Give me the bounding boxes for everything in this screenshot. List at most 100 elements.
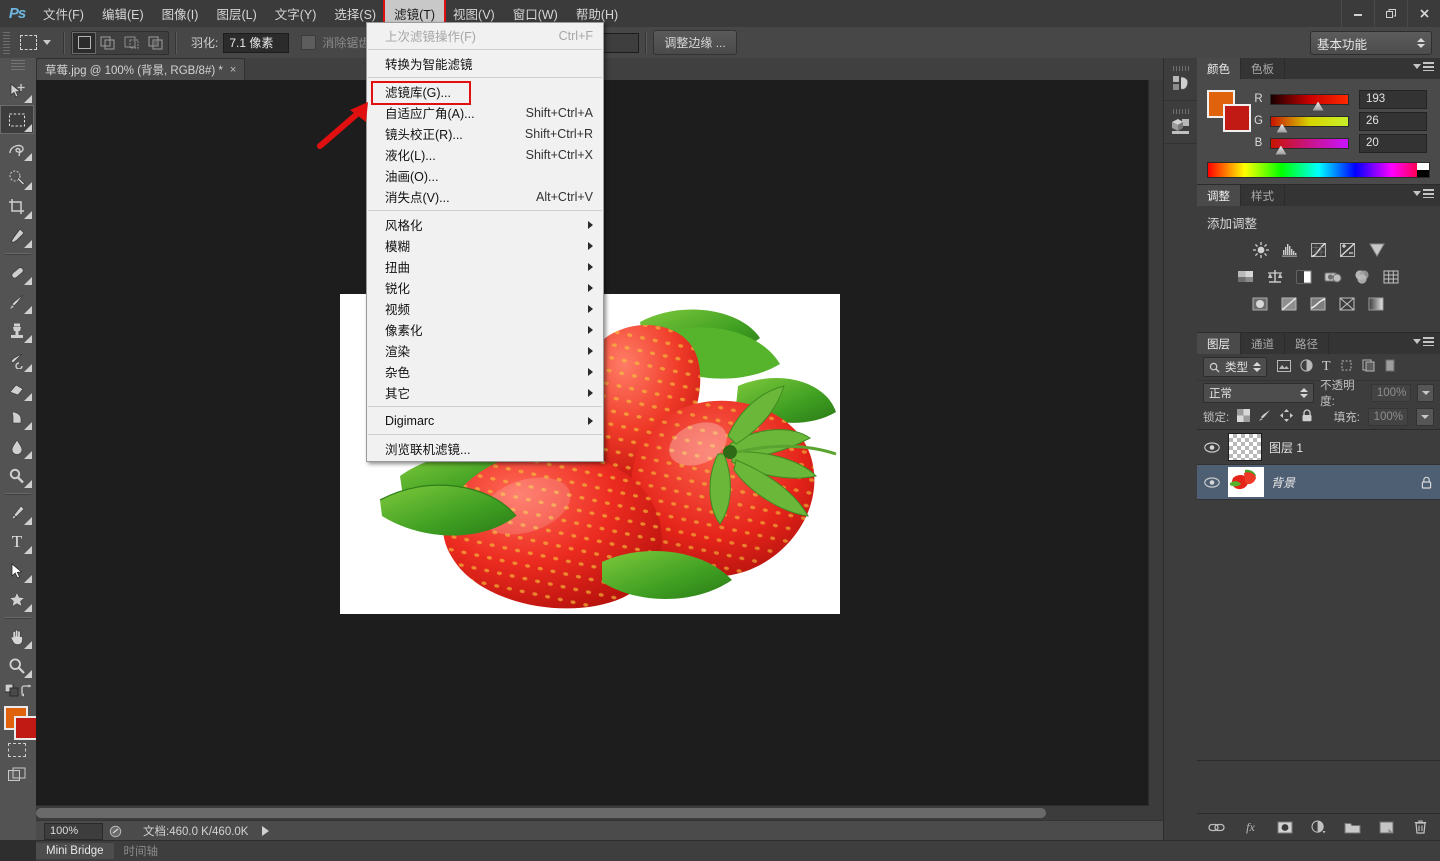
lock-all-icon[interactable] (1301, 409, 1313, 425)
color-panel-swatches[interactable] (1207, 90, 1251, 130)
filter-shape-layers-icon[interactable] (1340, 359, 1353, 375)
filter-menu-item-4[interactable]: 滤镜库(G)... (367, 81, 603, 102)
menu-2[interactable]: 图像(I) (153, 0, 208, 27)
bottom-tab-1[interactable]: 时间轴 (114, 841, 169, 861)
gradient-tool[interactable] (0, 403, 34, 432)
crop-tool[interactable] (0, 192, 34, 221)
filter-menu-item-7[interactable]: 液化(L)...Shift+Ctrl+X (367, 144, 603, 165)
eyedropper-tool[interactable] (0, 221, 34, 250)
brightness-contrast-icon[interactable] (1251, 241, 1271, 259)
filter-pixel-layers-icon[interactable] (1277, 360, 1291, 375)
layer-row[interactable]: 图层 1 (1197, 430, 1440, 465)
channel-slider-handle[interactable] (1313, 102, 1324, 111)
bottom-tab-0[interactable]: Mini Bridge (36, 843, 114, 859)
hue-saturation-icon[interactable] (1236, 268, 1256, 286)
eye-icon[interactable] (1203, 477, 1221, 488)
lasso-tool[interactable] (0, 134, 34, 163)
layer-row[interactable]: 背景 (1197, 465, 1440, 500)
channel-track[interactable] (1270, 138, 1349, 149)
tab-swatches[interactable]: 色板 (1241, 58, 1285, 79)
refine-edge-button[interactable]: 调整边缘 ... (653, 30, 736, 55)
move-tool[interactable] (0, 76, 34, 105)
photo-filter-icon[interactable] (1323, 268, 1343, 286)
status-expand-icon[interactable] (262, 826, 269, 836)
channel-value-input[interactable]: 193 (1359, 90, 1427, 109)
filter-menu-item-12[interactable]: 模糊 (367, 235, 603, 256)
hand-tool[interactable] (0, 622, 34, 651)
quick-mask-toggle[interactable] (0, 738, 34, 762)
restore-icon[interactable] (1374, 0, 1407, 27)
filter-type-layers-icon[interactable]: T (1322, 359, 1331, 375)
subtract-from-selection-button[interactable] (120, 32, 144, 54)
filter-menu-item-15[interactable]: 视频 (367, 298, 603, 319)
blend-mode-select[interactable]: 正常 (1203, 383, 1314, 403)
exposure-icon[interactable] (1338, 241, 1358, 259)
canvas-vertical-scrollbar[interactable] (1148, 80, 1163, 820)
selective-color-icon[interactable] (1338, 295, 1358, 313)
tab-color[interactable]: 颜色 (1197, 58, 1241, 79)
filter-menu-item-19[interactable]: 其它 (367, 382, 603, 403)
horizontal-type-tool[interactable]: T (0, 527, 34, 556)
document-tab[interactable]: 草莓.jpg @ 100% (背景, RGB/8#) * × (36, 58, 245, 80)
invert-icon[interactable] (1251, 295, 1271, 313)
layer-thumbnail[interactable] (1228, 467, 1264, 497)
brush-tool[interactable] (0, 287, 34, 316)
layer-style-icon[interactable]: fx (1242, 819, 1259, 836)
tab-styles[interactable]: 样式 (1241, 185, 1285, 206)
menu-3[interactable]: 图层(L) (207, 0, 265, 27)
filter-menu-item-5[interactable]: 自适应广角(A)...Shift+Ctrl+A (367, 102, 603, 123)
workspace-selector[interactable]: 基本功能 (1310, 31, 1432, 55)
options-bar-grip[interactable] (3, 32, 10, 54)
color-balance-icon[interactable] (1265, 268, 1285, 286)
background-color-swatch[interactable] (1223, 104, 1251, 132)
default-colors-icon[interactable] (5, 684, 20, 700)
tab-layers[interactable]: 图层 (1197, 333, 1241, 354)
filter-menu-item-18[interactable]: 杂色 (367, 361, 603, 382)
layer-filter-type-select[interactable]: 类型 (1203, 357, 1267, 377)
filter-menu-dropdown[interactable]: 上次滤镜操作(F)Ctrl+F转换为智能滤镜滤镜库(G)...自适应广角(A).… (366, 22, 604, 462)
filter-menu-item-11[interactable]: 风格化 (367, 214, 603, 235)
channel-track[interactable] (1270, 94, 1349, 105)
filter-menu-item-21[interactable]: Digimarc (367, 410, 603, 431)
tab-adjustments[interactable]: 调整 (1197, 185, 1241, 206)
intersect-selection-button[interactable] (144, 32, 168, 54)
layer-list[interactable]: 图层 1背景 (1197, 430, 1440, 760)
tab-paths[interactable]: 路径 (1285, 333, 1329, 354)
history-brush-tool[interactable] (0, 345, 34, 374)
rectangular-marquee-icon[interactable] (14, 32, 42, 54)
history-panel-icon[interactable] (1164, 58, 1198, 101)
color-spectrum-ramp[interactable] (1207, 162, 1430, 178)
threshold-icon[interactable] (1309, 295, 1329, 313)
filter-menu-item-2[interactable]: 转换为智能滤镜 (367, 53, 603, 74)
lock-position-icon[interactable] (1280, 409, 1293, 425)
levels-icon[interactable] (1280, 241, 1300, 259)
panel-menu-icon[interactable] (1413, 62, 1434, 71)
channel-slider-handle[interactable] (1277, 124, 1288, 133)
eye-icon[interactable] (1203, 442, 1221, 453)
filter-menu-item-6[interactable]: 镜头校正(R)...Shift+Ctrl+R (367, 123, 603, 144)
filter-menu-item-23[interactable]: 浏览联机滤镜... (367, 438, 603, 459)
channel-value-input[interactable]: 26 (1359, 112, 1427, 131)
custom-shape-tool[interactable] (0, 585, 34, 614)
properties-panel-icon[interactable] (1164, 101, 1198, 144)
gradient-map-icon[interactable] (1367, 295, 1387, 313)
canvas-horizontal-scrollbar[interactable] (36, 805, 1149, 820)
vibrance-icon[interactable] (1367, 241, 1387, 259)
pen-tool[interactable] (0, 498, 34, 527)
filter-menu-item-17[interactable]: 渲染 (367, 340, 603, 361)
eraser-tool[interactable] (0, 374, 34, 403)
screen-mode-toggle[interactable] (0, 762, 34, 786)
menu-0[interactable]: 文件(F) (34, 0, 93, 27)
tab-channels[interactable]: 通道 (1241, 333, 1285, 354)
zoom-tool[interactable] (0, 651, 34, 680)
link-layers-icon[interactable] (1208, 819, 1225, 836)
panel-menu-icon[interactable] (1413, 337, 1434, 346)
quick-selection-tool[interactable] (0, 163, 34, 192)
layer-mask-icon[interactable] (1276, 819, 1293, 836)
filter-toggle-button[interactable] (1384, 359, 1396, 375)
toolbox-grip[interactable] (11, 60, 25, 72)
adjustment-layer-icon[interactable] (1310, 819, 1327, 836)
antialias-checkbox[interactable] (301, 35, 316, 50)
fill-value[interactable]: 100% (1368, 408, 1408, 426)
close-icon[interactable]: × (230, 64, 236, 76)
